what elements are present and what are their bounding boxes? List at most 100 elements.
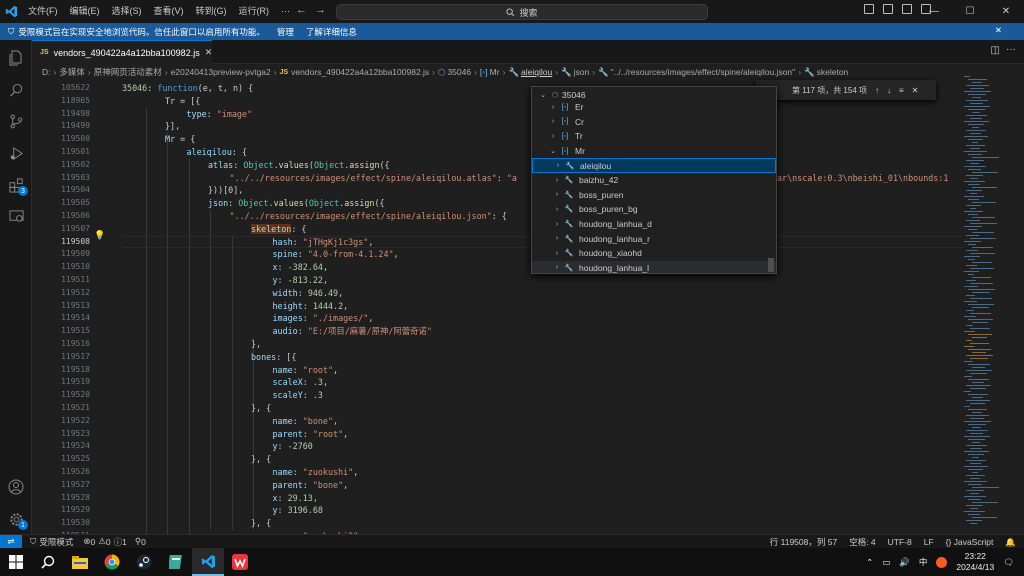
peek-item-label: houdong_lanhua_d (579, 219, 652, 230)
remote-explorer-icon[interactable] (6, 206, 26, 226)
info-count[interactable]: 1 (122, 537, 127, 547)
clock[interactable]: 23:22 2024/4/13 (956, 551, 994, 573)
menu-more[interactable]: ··· (275, 0, 296, 23)
next-match-icon[interactable]: ↓ (887, 86, 891, 95)
more-actions-icon[interactable]: ··· (1006, 44, 1016, 55)
lightbulb-icon[interactable]: 💡 (94, 230, 105, 240)
breadcrumb-mr[interactable]: Mr (490, 67, 500, 77)
remote-indicator-icon[interactable]: ⇌ (0, 534, 22, 549)
language-mode[interactable]: {} JavaScript (946, 537, 994, 547)
speaker-icon[interactable]: 🔊 (899, 557, 910, 568)
find-in-selection-icon[interactable]: ≡ (899, 86, 904, 95)
menu-go[interactable]: 转到(G) (190, 0, 233, 23)
back-arrow-icon[interactable]: ← (296, 4, 307, 16)
close-find-icon[interactable]: ✕ (912, 86, 919, 95)
banner-close-icon[interactable]: ✕ (995, 25, 1002, 36)
notifications-bell-icon[interactable]: 🔔 (1005, 537, 1016, 548)
breadcrumb-json-path[interactable]: "../../resources/images/effect/spine/ale… (611, 67, 795, 77)
extensions-icon[interactable]: 3 (6, 175, 28, 196)
minimap-line (972, 472, 978, 473)
steam-icon[interactable] (128, 548, 160, 576)
wps-office-icon[interactable] (224, 548, 256, 576)
peek-scrollbar[interactable] (768, 258, 774, 272)
breadcrumb-skeleton[interactable]: skeleton (817, 67, 849, 77)
breadcrumb-folder-multimedia[interactable]: 多媒体 (59, 66, 85, 78)
maximize-icon[interactable]: ☐ (952, 0, 988, 23)
breadcrumb-aleiqilou[interactable]: aleiqilou (521, 67, 552, 77)
network-icon[interactable]: ▭ (882, 557, 890, 568)
breadcrumb-drive[interactable]: D: (42, 67, 51, 77)
manage-gear-icon[interactable]: 1 (6, 509, 28, 530)
ports-count[interactable]: 0 (141, 537, 146, 547)
accounts-icon[interactable] (6, 477, 26, 497)
menu-selection[interactable]: 选择(S) (106, 0, 148, 23)
breadcrumb-module[interactable]: 35046 (447, 67, 471, 77)
breadcrumb-file[interactable]: vendors_490422a4a12bba100982.js (291, 67, 429, 77)
sogou-input-icon[interactable] (936, 556, 948, 568)
breadcrumb-folder-preview[interactable]: e20240413preview-pvtga2 (171, 67, 271, 77)
line-number: 119504 (61, 185, 90, 195)
warning-count[interactable]: 0 (106, 537, 111, 547)
menu-file[interactable]: 文件(F) (22, 0, 64, 23)
run-debug-icon[interactable] (6, 143, 26, 163)
notes-app-icon[interactable] (160, 548, 192, 576)
notification-center-icon[interactable]: 🗨 (1003, 557, 1014, 568)
peek-item-aleiqilou[interactable]: › 🔧 aleiqilou (532, 158, 776, 173)
line-number: 105622 (61, 83, 90, 92)
peek-item-houdong-xiaohd[interactable]: › 🔧 houdong_xiaohd (532, 246, 776, 261)
minimize-icon[interactable]: — (916, 0, 952, 23)
breadcrumb-folder-assets[interactable]: 原神网页活动素材 (94, 66, 162, 78)
chrome-icon[interactable] (96, 548, 128, 576)
minimap-line (972, 457, 979, 458)
split-editor-icon[interactable]: ◫ (991, 45, 1000, 56)
line-number: 119529 (61, 505, 90, 515)
ime-indicator[interactable]: 中 (919, 556, 928, 568)
menu-run[interactable]: 运行(R) (233, 0, 276, 23)
close-window-icon[interactable]: ✕ (988, 0, 1024, 23)
error-count[interactable]: 0 (91, 537, 96, 547)
forward-arrow-icon[interactable]: → (315, 4, 326, 16)
peek-item-er[interactable]: › [◦] Er (532, 100, 776, 115)
editor-scrollbar[interactable] (1014, 64, 1024, 534)
peek-item-cr[interactable]: › [◦] Cr (532, 115, 776, 130)
windows-start-icon[interactable] (0, 548, 32, 576)
peek-item-baizhu-42[interactable]: › 🔧 baizhu_42 (532, 173, 776, 188)
minimap-line (966, 400, 990, 401)
banner-learn-more-link[interactable]: 了解详细信息 (306, 26, 357, 38)
vscode-logo-icon (0, 0, 22, 23)
minimap-line (964, 256, 980, 257)
peek-item-houdong-lanhua-l[interactable]: › 🔧 houdong_lanhua_l (532, 260, 776, 273)
breadcrumb-json[interactable]: json (574, 67, 590, 77)
menu-edit[interactable]: 编辑(E) (64, 0, 106, 23)
banner-manage-link[interactable]: 管理 (277, 26, 294, 38)
peek-item-houdong-lanhua-d[interactable]: › 🔧 houdong_lanhua_d (532, 217, 776, 232)
peek-item-mr[interactable]: ⌄ [◦] Mr (532, 144, 776, 159)
command-center-search[interactable]: 搜索 (336, 4, 708, 20)
cursor-position[interactable]: 行 119508，列 57 (770, 536, 837, 548)
file-explorer-icon[interactable] (64, 548, 96, 576)
vscode-taskbar-icon[interactable] (192, 548, 224, 576)
previous-match-icon[interactable]: ↑ (875, 86, 879, 95)
line-ending[interactable]: LF (924, 537, 934, 547)
source-control-icon[interactable] (6, 111, 26, 131)
indentation[interactable]: 空格: 4 (849, 536, 875, 548)
tab-vendors-js[interactable]: JS vendors_490422a4a12bba100982.js ✕ (32, 40, 212, 64)
taskbar-search-icon[interactable] (32, 548, 64, 576)
peek-item-tr[interactable]: › [◦] Tr (532, 129, 776, 144)
minimap[interactable] (962, 64, 1014, 534)
show-hidden-icons-icon[interactable]: ⌃ (866, 557, 873, 568)
toggle-sidebar-icon[interactable] (864, 4, 874, 14)
minimap-line (966, 250, 978, 251)
menu-view[interactable]: 查看(V) (148, 0, 190, 23)
close-tab-icon[interactable]: ✕ (205, 47, 213, 58)
encoding[interactable]: UTF-8 (888, 537, 912, 547)
peek-item-houdong-lanhua-r[interactable]: › 🔧 houdong_lanhua_r (532, 231, 776, 246)
toggle-secondary-sidebar-icon[interactable] (902, 4, 912, 14)
peek-item-boss-puren-bg[interactable]: › 🔧 boss_puren_bg (532, 202, 776, 217)
explorer-icon[interactable] (6, 48, 26, 68)
peek-item-boss-puren[interactable]: › 🔧 boss_puren (532, 188, 776, 203)
restricted-mode-status[interactable]: 受限模式 (39, 536, 73, 548)
line-number: 119516 (61, 339, 90, 348)
search-view-icon[interactable] (6, 80, 26, 100)
toggle-panel-icon[interactable] (883, 4, 893, 14)
